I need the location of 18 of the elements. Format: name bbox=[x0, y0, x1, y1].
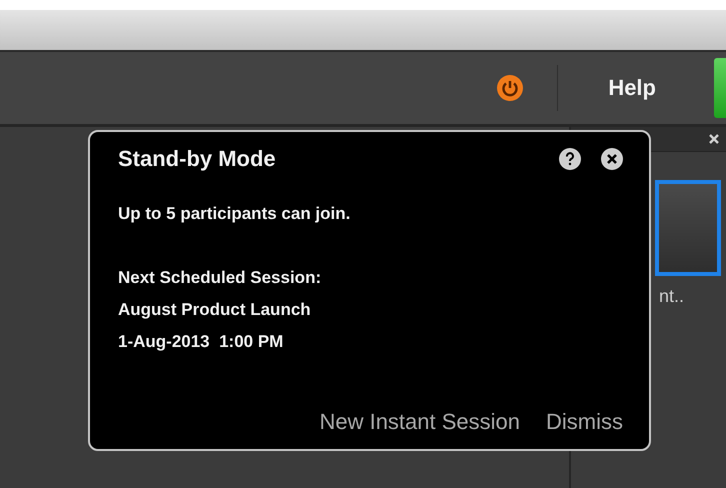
close-button[interactable] bbox=[708, 133, 720, 145]
help-button[interactable]: Help bbox=[608, 75, 656, 101]
close-icon bbox=[606, 153, 618, 165]
thumbnail-label: nt.. bbox=[659, 286, 686, 307]
help-button[interactable] bbox=[559, 148, 581, 170]
thumbnail[interactable] bbox=[655, 180, 721, 276]
power-icon bbox=[497, 75, 524, 101]
power-button[interactable] bbox=[495, 73, 526, 103]
dialog-title: Stand-by Mode bbox=[118, 146, 276, 172]
session-time: 1-Aug-2013 1:00 PM bbox=[118, 331, 284, 353]
next-session-label: Next Scheduled Session: bbox=[118, 267, 322, 289]
session-name: August Product Launch bbox=[118, 299, 312, 321]
question-mark-icon bbox=[564, 152, 576, 166]
dialog-action[interactable]: Dismiss bbox=[546, 409, 623, 435]
dialog-action[interactable]: New Instant Session bbox=[319, 409, 520, 435]
close-button[interactable] bbox=[601, 148, 623, 170]
participants-message: Up to 5 participants can join. bbox=[118, 203, 352, 225]
close-icon bbox=[708, 133, 720, 145]
